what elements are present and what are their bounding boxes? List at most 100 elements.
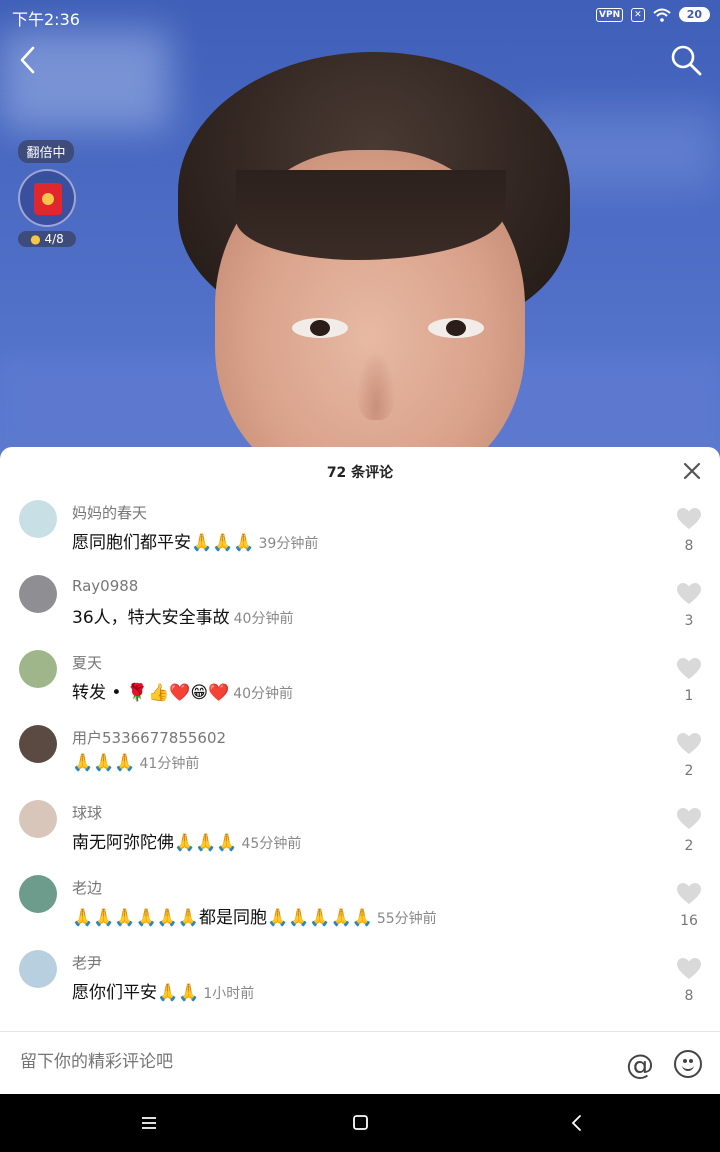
coin-icon: ● [30,232,41,246]
comment-text-row: 愿你们平安🙏🙏 1小时前 [72,978,254,1003]
status-time: 下午2:36 [12,10,80,29]
heart-icon [677,733,701,754]
like-count: 3 [684,613,694,629]
comment-item: 球球 南无阿弥陀佛🙏🙏🙏 45分钟前 2 [0,793,720,868]
presenter-eye [428,318,484,338]
avatar[interactable] [19,800,57,838]
system-back-button[interactable] [565,1112,589,1134]
avatar[interactable] [19,950,57,988]
recent-apps-button[interactable] [137,1112,161,1134]
heart-icon [677,508,701,529]
comment-count-title: 72 条评论 [326,465,394,481]
comment-username[interactable]: 夏天 [72,652,102,673]
comment-username[interactable]: 妈妈的春天 [72,502,147,523]
comment-item: 夏天 转发 • 🌹👍❤️😁❤️ 40分钟前 1 [0,643,720,718]
comments-sheet: 72 条评论 妈妈的春天 愿同胞们都平安🙏🙏🙏 39分钟前 8 Ray0988 3… [0,447,720,1094]
like-button[interactable]: 3 [676,583,702,629]
avatar[interactable] [19,650,57,688]
heart-icon [677,583,701,604]
comment-time: 40分钟前 [233,686,294,702]
system-nav-bar [0,1094,720,1152]
comment-text: 愿同胞们都平安🙏🙏🙏 [72,533,255,553]
comment-time: 41分钟前 [139,756,200,772]
close-icon [683,462,701,480]
presenter-eye [292,318,348,338]
like-button[interactable]: 2 [676,808,702,854]
emoji-eye [683,1059,687,1063]
menu-icon [142,1117,156,1129]
close-button[interactable] [680,459,704,483]
like-count: 2 [684,838,694,854]
comment-text: 转发 • 🌹👍❤️😁❤️ [72,683,230,703]
presenter-nose [356,350,396,420]
comment-username[interactable]: Ray0988 [72,577,138,595]
heart-icon [677,958,701,979]
comment-text-row: 南无阿弥陀佛🙏🙏🙏 45分钟前 [72,828,301,853]
like-count: 2 [684,763,694,779]
comment-text: 36人，特大安全事故 [72,608,230,628]
comment-item: 老边 🙏🙏🙏🙏🙏🙏都是同胞🙏🙏🙏🙏🙏 55分钟前 16 [0,868,720,943]
like-count: 16 [680,913,698,929]
status-bar: 下午2:36 VPN ✕ 20 [0,0,720,32]
like-count: 8 [684,988,694,1004]
red-envelope-icon [34,183,62,215]
comments-header: 72 条评论 [0,447,720,493]
comment-username[interactable]: 球球 [72,802,102,823]
comment-text-row: 🙏🙏🙏 41分钟前 [72,753,199,773]
comment-text: 南无阿弥陀佛🙏🙏🙏 [72,833,238,853]
comment-composer: @ [0,1031,720,1094]
comment-text: 🙏🙏🙏 [72,753,136,773]
comment-time: 55分钟前 [376,911,437,927]
heart-icon [677,658,701,679]
like-button[interactable]: 16 [676,883,702,929]
home-square-icon [353,1115,368,1130]
wifi-icon [653,8,671,22]
like-button[interactable]: 1 [676,658,702,704]
comment-time: 1小时前 [203,986,255,1002]
avatar[interactable] [19,725,57,763]
comment-username[interactable]: 用户5336677855602 [72,727,226,748]
comment-time: 45分钟前 [241,836,302,852]
home-button[interactable] [348,1112,372,1134]
comment-text-row: 36人，特大安全事故 40分钟前 [72,603,293,628]
reward-progress-value: 4/8 [44,232,64,246]
red-envelope-button[interactable] [18,169,76,227]
reward-widget[interactable]: 翻倍中 ● 4/8 [18,140,78,247]
comment-username[interactable]: 老边 [72,877,102,898]
status-icons: VPN ✕ 20 [596,7,710,22]
emoji-eye [689,1059,693,1063]
comment-username[interactable]: 老尹 [72,952,102,973]
avatar[interactable] [19,575,57,613]
comment-time: 40分钟前 [233,611,294,627]
comment-text: 🙏🙏🙏🙏🙏🙏都是同胞🙏🙏🙏🙏🙏 [72,908,373,928]
search-button[interactable] [666,40,706,80]
comment-item: 用户5336677855602 🙏🙏🙏 41分钟前 2 [0,718,720,793]
comment-list[interactable]: 妈妈的春天 愿同胞们都平安🙏🙏🙏 39分钟前 8 Ray0988 36人，特大安全… [0,493,720,1031]
comment-time: 39分钟前 [258,536,319,552]
avatar[interactable] [19,875,57,913]
like-button[interactable]: 2 [676,733,702,779]
video-player[interactable] [0,0,720,460]
comment-item: 妈妈的春天 愿同胞们都平安🙏🙏🙏 39分钟前 8 [0,493,720,568]
mention-button[interactable]: @ [626,1048,654,1081]
comment-item: Ray0988 36人，特大安全事故 40分钟前 3 [0,568,720,643]
search-icon [671,45,702,76]
emoji-button[interactable] [674,1050,702,1078]
heart-icon [677,883,701,904]
back-button[interactable] [10,40,50,80]
reward-status-badge: 翻倍中 [18,140,74,163]
chevron-left-icon [571,1115,581,1131]
comment-item: 老尹 愿你们平安🙏🙏 1小时前 8 [0,943,720,1018]
comment-text-row: 🙏🙏🙏🙏🙏🙏都是同胞🙏🙏🙏🙏🙏 55分钟前 [72,903,437,928]
avatar[interactable] [19,500,57,538]
like-count: 8 [684,538,694,554]
comment-text-row: 愿同胞们都平安🙏🙏🙏 39分钟前 [72,528,318,553]
chevron-left-icon [20,46,35,74]
comment-text: 愿你们平安🙏🙏 [72,983,200,1003]
comment-input[interactable] [20,1052,580,1072]
emoji-mouth [682,1064,694,1071]
like-button[interactable]: 8 [676,508,702,554]
comment-text-row: 转发 • 🌹👍❤️😁❤️ 40分钟前 [72,678,293,703]
vpn-icon: VPN [596,7,624,22]
like-button[interactable]: 8 [676,958,702,1004]
